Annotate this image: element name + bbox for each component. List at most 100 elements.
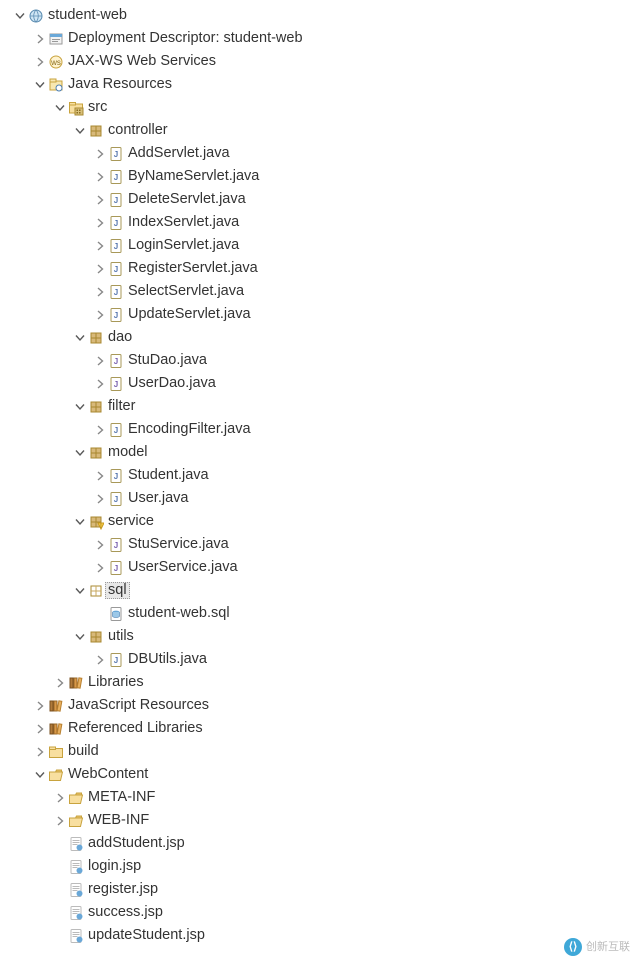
libraries-icon [68, 675, 84, 691]
chevron-right-icon[interactable] [32, 721, 48, 737]
tree-item-label: WebContent [68, 767, 148, 782]
tree-row[interactable]: WEB-INF [0, 809, 636, 832]
tree-row[interactable]: src [0, 96, 636, 119]
tree-row[interactable]: controller [0, 119, 636, 142]
chevron-right-icon[interactable] [92, 238, 108, 254]
tree-row[interactable]: JLoginServlet.java [0, 234, 636, 257]
tree-item-label: model [108, 445, 148, 460]
tree-row[interactable]: JStuDao.java [0, 349, 636, 372]
tree-row[interactable]: WebContent [0, 763, 636, 786]
tree-row[interactable]: JDeleteServlet.java [0, 188, 636, 211]
project-explorer-tree[interactable]: student-webDeployment Descriptor: studen… [0, 4, 636, 947]
chevron-right-icon[interactable] [92, 261, 108, 277]
tree-row[interactable]: JSelectServlet.java [0, 280, 636, 303]
chevron-right-icon[interactable] [92, 307, 108, 323]
chevron-right-icon[interactable] [92, 215, 108, 231]
twisty-spacer [52, 928, 68, 944]
tree-row[interactable]: updateStudent.jsp [0, 924, 636, 947]
chevron-down-icon[interactable] [72, 330, 88, 346]
tree-row[interactable]: Deployment Descriptor: student-web [0, 27, 636, 50]
tree-row[interactable]: JAddServlet.java [0, 142, 636, 165]
src-folder-icon [68, 100, 84, 116]
tree-item-label: IndexServlet.java [128, 215, 239, 230]
tree-row[interactable]: JavaScript Resources [0, 694, 636, 717]
chevron-right-icon[interactable] [92, 491, 108, 507]
tree-row[interactable]: !service [0, 510, 636, 533]
tree-row[interactable]: register.jsp [0, 878, 636, 901]
chevron-right-icon[interactable] [92, 652, 108, 668]
tree-item-label: ByNameServlet.java [128, 169, 259, 184]
tree-item-label: WEB-INF [88, 813, 149, 828]
java-file-icon: J [108, 192, 124, 208]
svg-text:J: J [114, 219, 118, 228]
chevron-right-icon[interactable] [92, 169, 108, 185]
tree-item-label: login.jsp [88, 859, 141, 874]
chevron-right-icon[interactable] [92, 422, 108, 438]
chevron-right-icon[interactable] [92, 192, 108, 208]
chevron-right-icon[interactable] [52, 790, 68, 806]
tree-item-label: service [108, 514, 154, 529]
tree-row[interactable]: J EncodingFilter.java [0, 418, 636, 441]
tree-row[interactable]: JRegisterServlet.java [0, 257, 636, 280]
chevron-right-icon[interactable] [92, 146, 108, 162]
package-icon [88, 123, 104, 139]
chevron-right-icon[interactable] [32, 744, 48, 760]
tree-item-label: EncodingFilter.java [128, 422, 251, 437]
chevron-right-icon[interactable] [52, 675, 68, 691]
tree-row[interactable]: student-web [0, 4, 636, 27]
tree-row[interactable]: JUser.java [0, 487, 636, 510]
java-interface-icon: J [108, 376, 124, 392]
tree-row[interactable]: Referenced Libraries [0, 717, 636, 740]
svg-text:ws: ws [50, 58, 61, 67]
tree-row[interactable]: JUserService.java [0, 556, 636, 579]
chevron-down-icon[interactable] [32, 77, 48, 93]
tree-row[interactable]: Libraries [0, 671, 636, 694]
chevron-down-icon[interactable] [72, 123, 88, 139]
chevron-right-icon[interactable] [92, 284, 108, 300]
tree-row[interactable]: build [0, 740, 636, 763]
chevron-right-icon[interactable] [92, 468, 108, 484]
tree-row[interactable]: sql [0, 579, 636, 602]
chevron-right-icon[interactable] [32, 698, 48, 714]
tree-row[interactable]: J IndexServlet.java [0, 211, 636, 234]
package-icon [88, 629, 104, 645]
tree-row[interactable]: META-INF [0, 786, 636, 809]
chevron-down-icon[interactable] [72, 583, 88, 599]
chevron-down-icon[interactable] [72, 399, 88, 415]
chevron-right-icon[interactable] [92, 537, 108, 553]
chevron-down-icon[interactable] [52, 100, 68, 116]
chevron-right-icon[interactable] [92, 376, 108, 392]
chevron-down-icon[interactable] [12, 8, 28, 24]
chevron-right-icon[interactable] [32, 54, 48, 70]
folder-open-icon [68, 790, 84, 806]
chevron-right-icon[interactable] [92, 353, 108, 369]
chevron-down-icon[interactable] [72, 629, 88, 645]
svg-text:J: J [114, 173, 118, 182]
tree-row[interactable]: success.jsp [0, 901, 636, 924]
tree-row[interactable]: JDBUtils.java [0, 648, 636, 671]
tree-row[interactable]: Java Resources [0, 73, 636, 96]
chevron-right-icon[interactable] [32, 31, 48, 47]
tree-row[interactable]: wsJAX-WS Web Services [0, 50, 636, 73]
tree-row[interactable]: utils [0, 625, 636, 648]
svg-text:J: J [114, 426, 118, 435]
chevron-down-icon[interactable] [32, 767, 48, 783]
tree-row[interactable]: login.jsp [0, 855, 636, 878]
tree-row[interactable]: J ByNameServlet.java [0, 165, 636, 188]
tree-row[interactable]: addStudent.jsp [0, 832, 636, 855]
tree-row[interactable]: JStudent.java [0, 464, 636, 487]
chevron-right-icon[interactable] [92, 560, 108, 576]
tree-row[interactable]: model [0, 441, 636, 464]
tree-row[interactable]: JStuService.java [0, 533, 636, 556]
java-res-icon [48, 77, 64, 93]
tree-row[interactable]: student-web.sql [0, 602, 636, 625]
chevron-down-icon[interactable] [72, 514, 88, 530]
tree-row[interactable]: JUpdateServlet.java [0, 303, 636, 326]
chevron-right-icon[interactable] [52, 813, 68, 829]
java-file-icon: J [108, 307, 124, 323]
tree-item-label: UserService.java [128, 560, 238, 575]
chevron-down-icon[interactable] [72, 445, 88, 461]
tree-row[interactable]: dao [0, 326, 636, 349]
tree-row[interactable]: JUserDao.java [0, 372, 636, 395]
tree-row[interactable]: filter [0, 395, 636, 418]
